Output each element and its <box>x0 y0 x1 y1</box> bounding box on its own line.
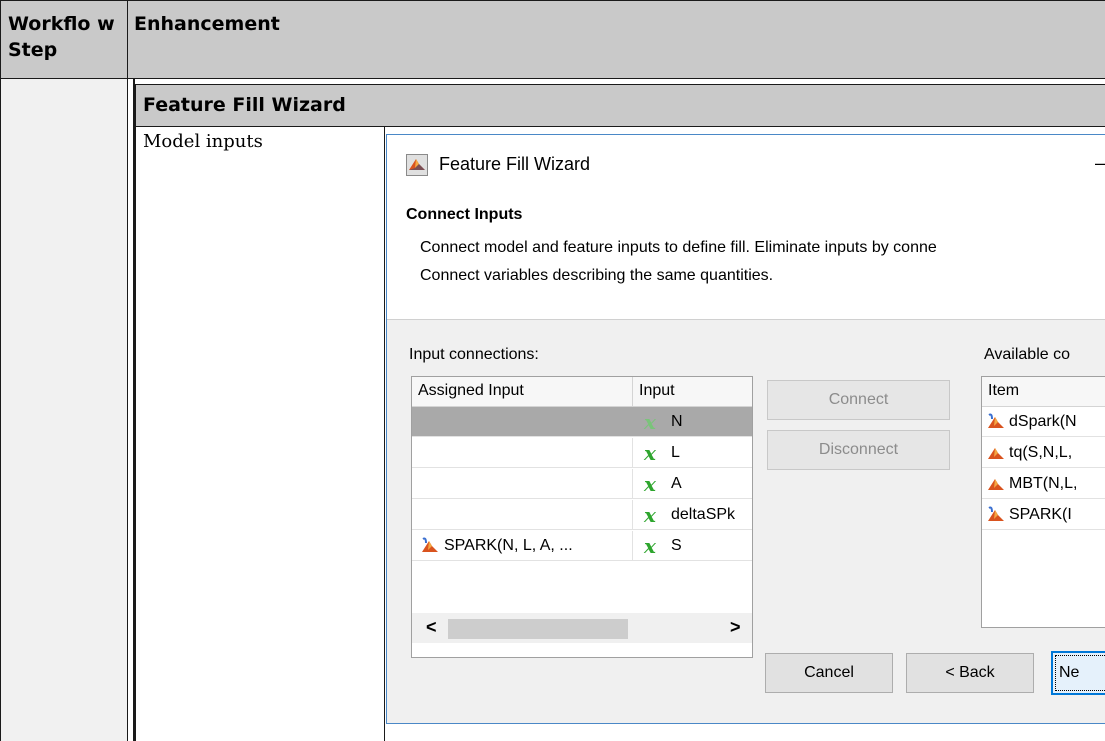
dialog-header-area: Feature Fill Wizard – Connect Inputs Con… <box>387 135 1105 319</box>
cell-divider <box>632 469 633 499</box>
assigned-input-cell: SPARK(N, L, A, ... <box>444 537 573 554</box>
available-components-table[interactable]: Item dSpark(N tq(S,N,L, MBT(N,L, SPARK(I <box>981 376 1105 628</box>
horizontal-scrollbar[interactable]: < > <box>412 613 752 643</box>
workflow-step-cell <box>0 78 128 741</box>
table-row[interactable]: x A <box>412 469 752 499</box>
connect-button[interactable]: Connect <box>767 380 950 420</box>
matlab-model-icon <box>420 536 440 554</box>
scroll-left-arrow[interactable]: < <box>426 617 437 638</box>
disconnect-button[interactable]: Disconnect <box>767 430 950 470</box>
scrollbar-thumb[interactable] <box>448 619 628 639</box>
input-cell: deltaSPk <box>671 506 736 523</box>
input-connections-label: Input connections: <box>409 346 539 363</box>
x-variable-icon: x <box>644 410 656 434</box>
input-cell: A <box>671 475 682 492</box>
minimize-button[interactable]: – <box>1095 153 1105 174</box>
input-cell: S <box>671 537 682 554</box>
description-line-2: Connect variables describing the same qu… <box>420 267 774 284</box>
dialog-title: Feature Fill Wizard <box>439 154 591 174</box>
cancel-button[interactable]: Cancel <box>765 653 893 693</box>
row-label-cell: Model inputs <box>135 126 385 741</box>
scroll-right-arrow[interactable]: > <box>730 617 741 638</box>
matlab-icon <box>986 443 1006 461</box>
x-variable-icon: x <box>644 472 656 496</box>
list-item[interactable]: SPARK(I <box>982 500 1105 530</box>
header-enhancement: Enhancement <box>134 13 280 35</box>
dialog-body-area: Input connections: Available co Assigned… <box>387 319 1105 723</box>
back-button[interactable]: < Back <box>906 653 1034 693</box>
row-label: Model inputs <box>143 131 263 152</box>
table-row[interactable]: SPARK(N, L, A, ... x S <box>412 531 752 561</box>
x-variable-icon: x <box>644 503 656 527</box>
item-label: MBT(N,L, <box>1009 475 1078 492</box>
section-title: Feature Fill Wizard <box>143 94 346 116</box>
available-label: Available co <box>984 346 1070 363</box>
cell-divider <box>632 500 633 530</box>
input-connections-table[interactable]: Assigned Input Input x N x L x A x delta… <box>411 376 753 658</box>
item-label: tq(S,N,L, <box>1009 444 1073 461</box>
header-cell-workflow-step: Workflo w Step <box>0 0 128 79</box>
input-cell: N <box>671 413 683 430</box>
connect-inputs-title: Connect Inputs <box>406 206 523 223</box>
next-button[interactable]: Ne <box>1051 651 1105 695</box>
cell-divider <box>632 438 633 468</box>
column-header-input[interactable]: Input <box>633 377 752 407</box>
table-row[interactable]: x L <box>412 438 752 468</box>
section-header-cell: Feature Fill Wizard <box>135 84 1105 127</box>
x-variable-icon: x <box>644 441 656 465</box>
feature-fill-wizard-dialog: Feature Fill Wizard – Connect Inputs Con… <box>386 134 1105 724</box>
column-header-item[interactable]: Item <box>982 377 1105 407</box>
cell-divider <box>632 531 633 561</box>
column-header-assigned-input[interactable]: Assigned Input <box>412 377 633 407</box>
matlab-model-icon <box>986 412 1006 430</box>
matlab-icon <box>406 154 428 176</box>
header-cell-enhancement: Enhancement <box>127 0 1105 79</box>
table-row[interactable]: x deltaSPk <box>412 500 752 530</box>
list-item[interactable]: tq(S,N,L, <box>982 438 1105 468</box>
matlab-icon <box>986 474 1006 492</box>
x-variable-icon: x <box>644 534 656 558</box>
list-item[interactable]: dSpark(N <box>982 407 1105 437</box>
table-row[interactable]: x N <box>412 407 752 437</box>
description-line-1: Connect model and feature inputs to defi… <box>420 239 937 256</box>
item-label: dSpark(N <box>1009 413 1077 430</box>
header-workflow-step: Workflo w Step <box>8 13 115 61</box>
item-label: SPARK(I <box>1009 506 1072 523</box>
list-item[interactable]: MBT(N,L, <box>982 469 1105 499</box>
matlab-model-icon <box>986 505 1006 523</box>
input-cell: L <box>671 444 680 461</box>
